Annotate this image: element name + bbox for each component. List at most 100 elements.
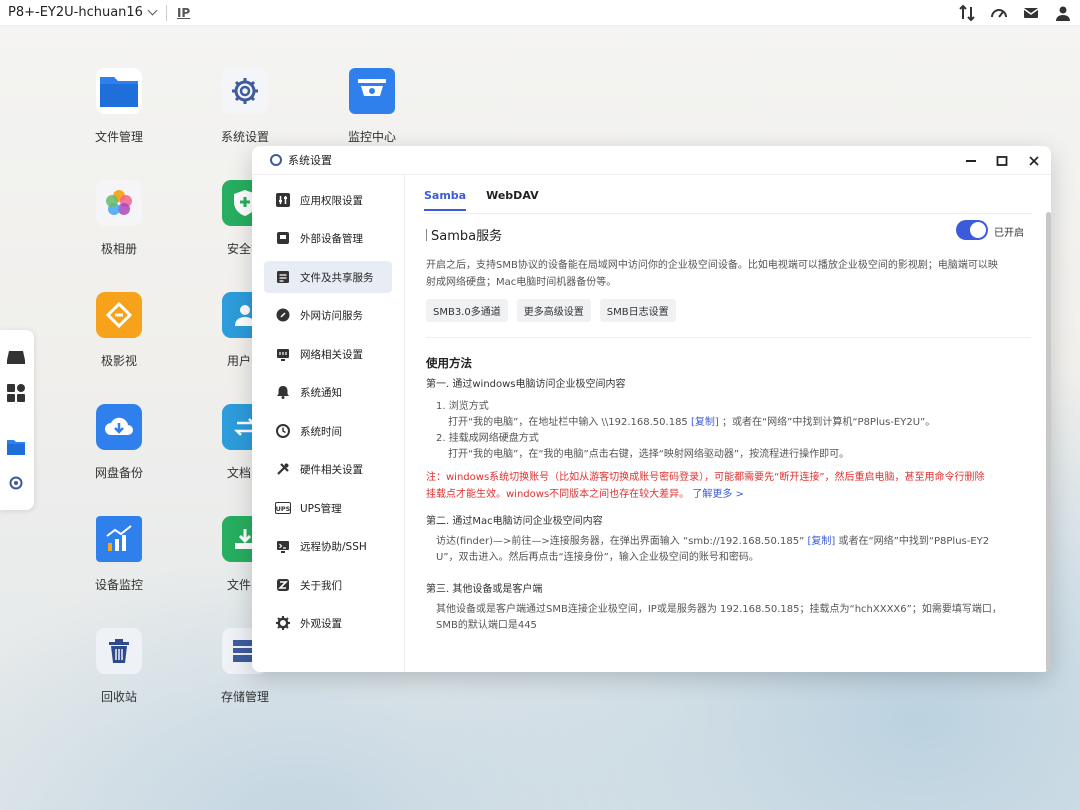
divider bbox=[426, 337, 1031, 338]
other-section-title: 第三. 其他设备或是客户端 bbox=[426, 584, 543, 595]
sidebar-item-network[interactable]: 网络相关设置 bbox=[264, 338, 392, 370]
sidebar-item-remote-access[interactable]: 外网访问服务 bbox=[264, 299, 392, 331]
terminal-icon bbox=[275, 538, 291, 554]
mac-body-line1: 访达(finder)—>前往—>连接服务器，在弹出界面输入 “smb://192… bbox=[436, 533, 989, 550]
sidebar-item-notifications[interactable]: 系统通知 bbox=[264, 376, 392, 408]
sidebar-item-label: 外网访问服务 bbox=[300, 309, 363, 322]
app-label: 极影视 bbox=[100, 354, 137, 368]
step-text: 访达(finder)—>前往—>连接服务器，在弹出界面输入 “smb://192… bbox=[436, 536, 805, 547]
description-line: 射成网络硬盘；Mac电脑时间机器备份等。 bbox=[426, 277, 617, 288]
scrollbar[interactable] bbox=[1046, 212, 1051, 672]
app-label: 系统设置 bbox=[220, 130, 269, 144]
sidebar-item-about[interactable]: 关于我们 bbox=[264, 569, 392, 601]
desktop-app-video[interactable]: 极影视 bbox=[69, 292, 169, 369]
other-body-line1: 其他设备或是客户端通过SMB连接企业极空间，IP或是服务器为 192.168.5… bbox=[436, 604, 1002, 615]
sidebar-item-label: 系统时间 bbox=[300, 425, 342, 438]
drive-icon[interactable] bbox=[5, 346, 27, 368]
window-title-bar[interactable]: 系统设置 bbox=[252, 146, 1051, 175]
title-marker bbox=[426, 228, 427, 241]
sidebar-item-appearance[interactable]: 外观设置 bbox=[264, 607, 392, 639]
sliders-icon bbox=[275, 192, 291, 208]
desktop-app-device-monitor[interactable]: 设备监控 bbox=[69, 516, 169, 593]
windows-section-title: 第一. 通过windows电脑访问企业极空间内容 bbox=[426, 379, 626, 390]
windows-step1-body: 打开“我的电脑”，在地址栏中输入 \\192.168.50.185 [复制] ；… bbox=[448, 414, 935, 431]
camera-icon bbox=[349, 68, 395, 114]
divider bbox=[165, 4, 167, 21]
desktop-app-cloud-backup[interactable]: 网盘备份 bbox=[69, 404, 169, 481]
learn-more-link[interactable]: 了解更多 > bbox=[692, 489, 744, 500]
device-name: P8+-EY2U-hchuan16 bbox=[8, 5, 143, 20]
sidebar-item-label: 硬件相关设置 bbox=[300, 463, 363, 476]
folder-icon[interactable] bbox=[5, 436, 27, 458]
service-title: Samba服务 bbox=[426, 225, 502, 244]
windows-step1-title: 1. 浏览方式 bbox=[436, 401, 489, 412]
sidebar-item-ups[interactable]: UPS UPS管理 bbox=[264, 492, 392, 524]
film-icon bbox=[96, 292, 142, 338]
settings-sidebar: 应用权限设置 外部设备管理 文件及共享服务 外网访问服务 网络相关设置 系统通知… bbox=[252, 175, 405, 672]
desktop-app-recycle-bin[interactable]: 回收站 bbox=[69, 628, 169, 705]
copy-link[interactable]: [复制] bbox=[807, 536, 835, 547]
about-icon bbox=[275, 577, 291, 593]
user-icon[interactable] bbox=[1052, 3, 1074, 23]
transfer-icon[interactable] bbox=[956, 3, 978, 23]
sidebar-item-external-devices[interactable]: 外部设备管理 bbox=[264, 222, 392, 254]
mac-body-line2: U”，双击进入。然后再点击“连接身份”，输入企业极空间的账号和密码。 bbox=[436, 552, 759, 563]
sidebar-item-hardware[interactable]: 硬件相关设置 bbox=[264, 453, 392, 485]
usage-heading: 使用方法 bbox=[426, 356, 472, 370]
sidebar-item-label: 网络相关设置 bbox=[300, 348, 363, 361]
sidebar-item-remote-ssh[interactable]: 远程协助/SSH bbox=[264, 530, 392, 562]
usb-icon bbox=[275, 230, 291, 246]
photos-icon bbox=[96, 180, 142, 226]
minimize-button[interactable] bbox=[961, 151, 981, 171]
sidebar-item-file-sharing[interactable]: 文件及共享服务 bbox=[264, 261, 392, 293]
sidebar-item-label: 外观设置 bbox=[300, 617, 342, 630]
file-share-icon bbox=[275, 269, 291, 285]
description-line: 开启之后，支持SMB协议的设备能在局域网中访问你的企业极空间设备。比如电视端可以… bbox=[426, 260, 998, 271]
maximize-button[interactable] bbox=[992, 151, 1012, 171]
top-bar: P8+-EY2U-hchuan16 IP bbox=[0, 0, 1080, 26]
note-line-2: 挂载点才能生效。windows不同版本之间也存在较大差异。 了解更多 > bbox=[426, 486, 1031, 503]
desktop-app-photos[interactable]: 极相册 bbox=[69, 180, 169, 257]
device-selector[interactable]: P8+-EY2U-hchuan16 bbox=[0, 5, 164, 20]
link-icon bbox=[275, 307, 291, 323]
folder-icon bbox=[96, 68, 142, 114]
samba-toggle[interactable] bbox=[956, 220, 988, 240]
advanced-settings-button[interactable]: 更多高级设置 bbox=[516, 299, 591, 322]
desktop-app-system-settings[interactable]: 系统设置 bbox=[195, 68, 295, 145]
app-label: 设备监控 bbox=[94, 578, 143, 592]
windows-note: 注：windows系统切换账号（比如从游客切换成账号密码登录），可能都需要先“断… bbox=[426, 469, 1031, 503]
toggle-status: 已开启 bbox=[994, 228, 1024, 239]
sidebar-item-system-time[interactable]: 系统时间 bbox=[264, 415, 392, 447]
gear-icon[interactable] bbox=[5, 472, 27, 494]
desktop-app-monitor-center[interactable]: 监控中心 bbox=[322, 68, 422, 145]
note-line: 注：windows系统切换账号（比如从游客切换成账号密码登录），可能都需要先“断… bbox=[426, 472, 985, 483]
network-icon bbox=[275, 346, 291, 362]
tools-icon bbox=[275, 461, 291, 477]
tab-samba[interactable]: Samba bbox=[424, 189, 467, 211]
windows-step2-title: 2. 挂载成网络硬盘方式 bbox=[436, 433, 539, 444]
chevron-down-icon bbox=[147, 5, 158, 16]
sidebar-item-app-permissions[interactable]: 应用权限设置 bbox=[264, 184, 392, 216]
app-label: 回收站 bbox=[100, 690, 137, 704]
mac-section-title: 第二. 通过Mac电脑访问企业极空间内容 bbox=[426, 516, 603, 527]
copy-link[interactable]: [复制] bbox=[691, 417, 719, 428]
desktop-app-file-manager[interactable]: 文件管理 bbox=[69, 68, 169, 145]
sidebar-item-label: 系统通知 bbox=[300, 386, 342, 399]
close-button[interactable] bbox=[1024, 151, 1044, 171]
sidebar-item-label: UPS管理 bbox=[300, 502, 342, 515]
ip-icon[interactable]: IP bbox=[177, 6, 190, 20]
sidebar-item-label: 应用权限设置 bbox=[300, 194, 363, 207]
smb-multichannel-button[interactable]: SMB3.0多通道 bbox=[426, 299, 508, 322]
speed-icon[interactable] bbox=[988, 3, 1010, 23]
step-text: 打开“我的电脑”，在地址栏中输入 \\192.168.50.185 bbox=[448, 417, 688, 428]
mail-icon[interactable] bbox=[1020, 3, 1042, 23]
smb-log-settings-button[interactable]: SMB日志设置 bbox=[599, 299, 676, 322]
app-label: 监控中心 bbox=[347, 130, 396, 144]
settings-window: 系统设置 应用权限设置 外部设备管理 文件及共享服务 外网访问服务 网络相关设置 bbox=[252, 146, 1051, 672]
tab-bar: Samba WebDAV bbox=[424, 189, 539, 211]
divider bbox=[424, 213, 1032, 214]
apps-icon[interactable] bbox=[5, 382, 27, 404]
tab-webdav[interactable]: WebDAV bbox=[486, 189, 539, 211]
cloud-download-icon bbox=[96, 404, 142, 450]
service-description: 开启之后，支持SMB协议的设备能在局域网中访问你的企业极空间设备。比如电视端可以… bbox=[426, 257, 1031, 291]
